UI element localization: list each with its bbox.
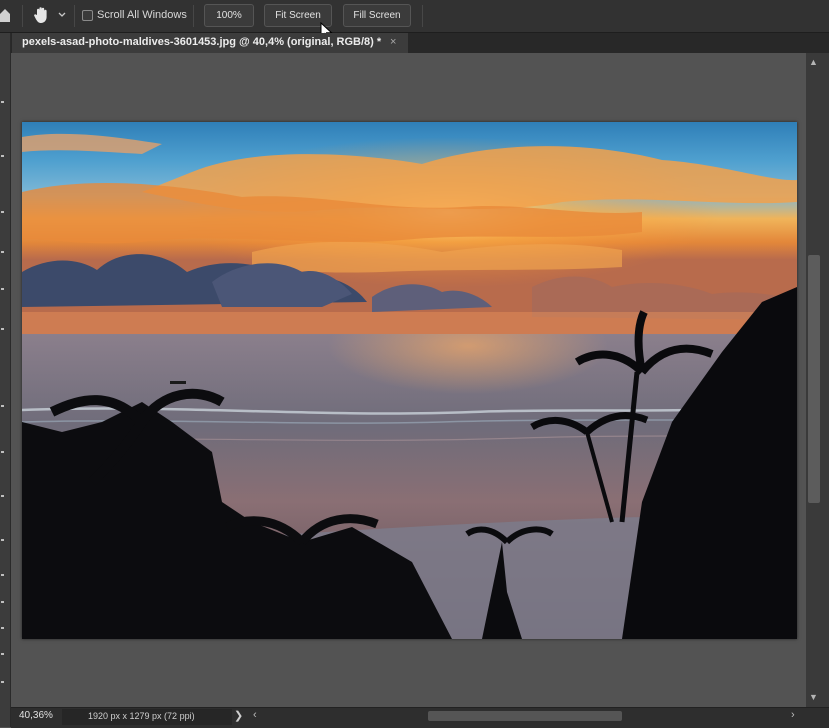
scroll-right-arrow-icon[interactable]: › [791,709,795,721]
tool-marker[interactable] [1,405,4,407]
scroll-up-arrow-icon[interactable]: ▲ [809,57,818,67]
scroll-all-windows-checkbox[interactable] [82,10,93,21]
tool-marker[interactable] [1,627,4,629]
tool-marker[interactable] [1,101,4,103]
fill-screen-button[interactable]: Fill Screen [343,4,411,27]
tool-marker[interactable] [1,681,4,683]
tool-marker[interactable] [1,211,4,213]
toolbar-separator [22,5,23,27]
options-bar: Scroll All Windows 100% Fit Screen Fill … [0,0,829,33]
tool-marker[interactable] [1,288,4,290]
scroll-down-arrow-icon[interactable]: ▼ [809,692,818,702]
zoom-level[interactable]: 40,36% [19,710,53,721]
chevron-right-icon[interactable]: ❯ [234,709,243,722]
tool-marker[interactable] [1,653,4,655]
scroll-left-arrow-icon[interactable]: ‹ [253,709,257,721]
scroll-all-windows-label: Scroll All Windows [97,9,187,21]
chevron-down-icon[interactable] [58,12,66,18]
tool-marker[interactable] [1,574,4,576]
toolbar-separator [193,5,194,27]
horizontal-scroll-thumb[interactable] [428,711,622,721]
tool-marker[interactable] [1,601,4,603]
hand-icon[interactable] [32,5,52,25]
doc-info-text: 1920 px x 1279 px (72 ppi) [88,711,195,721]
tool-marker[interactable] [1,155,4,157]
toolbar-collapsed [0,33,11,727]
document-image[interactable] [22,122,797,639]
close-icon[interactable]: × [390,36,396,48]
document-tab-title: pexels-asad-photo-maldives-3601453.jpg @… [22,36,382,48]
tool-marker[interactable] [1,251,4,253]
vertical-scroll-thumb[interactable] [808,255,820,503]
toolbar-separator [74,5,75,27]
tool-marker[interactable] [1,451,4,453]
tool-marker[interactable] [1,328,4,330]
maldives-sunset-photo [22,122,797,639]
home-icon[interactable] [0,8,10,22]
document-tab[interactable]: pexels-asad-photo-maldives-3601453.jpg @… [12,33,408,53]
tool-marker[interactable] [1,539,4,541]
zoom-100-button[interactable]: 100% [204,4,254,27]
toolbar-separator [422,5,423,27]
tool-marker[interactable] [1,495,4,497]
